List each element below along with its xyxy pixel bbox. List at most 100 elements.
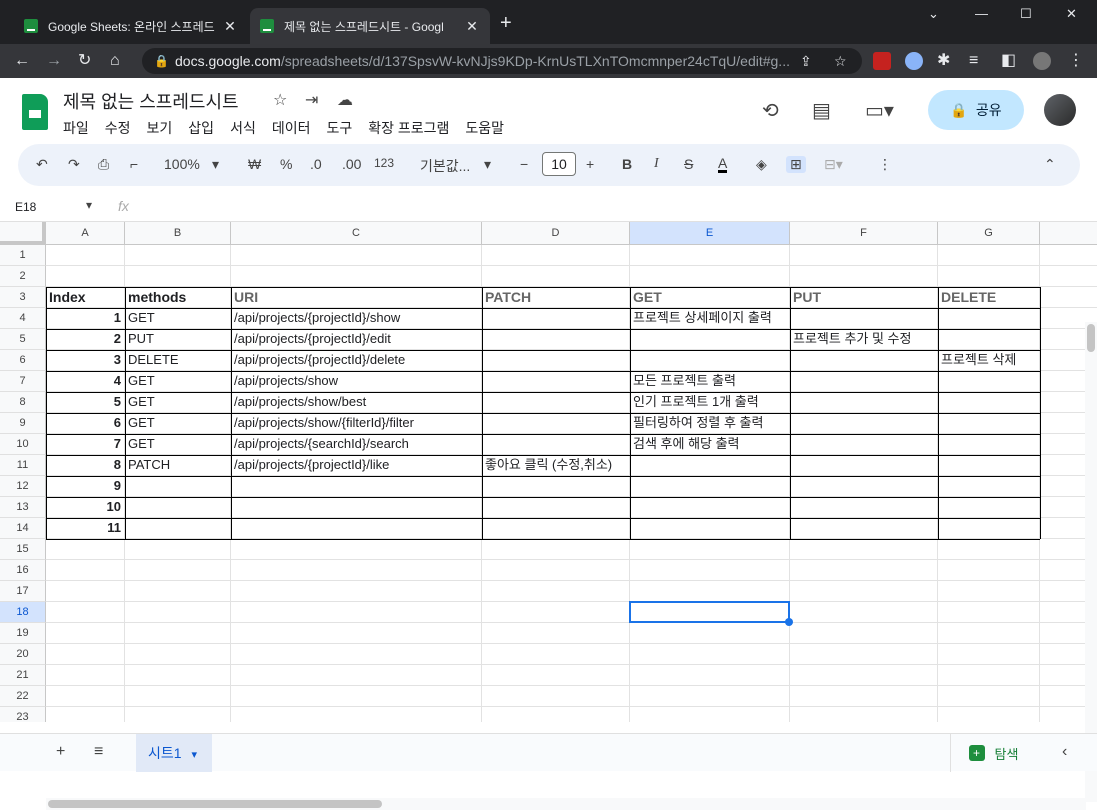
cell[interactable] <box>630 560 790 581</box>
table-cell[interactable] <box>790 350 938 371</box>
row-header-5[interactable]: 5 <box>0 329 46 350</box>
cell[interactable] <box>790 539 938 560</box>
table-header-cell[interactable]: methods <box>125 287 231 308</box>
cell[interactable] <box>46 245 125 266</box>
cell[interactable] <box>46 560 125 581</box>
row-header-2[interactable]: 2 <box>0 266 46 287</box>
menu-tools[interactable]: 도구 <box>326 118 352 138</box>
column-header-d[interactable]: D <box>482 222 630 245</box>
table-cell[interactable] <box>482 308 630 329</box>
home-icon[interactable]: ⌂ <box>110 52 120 70</box>
font-size-decrease-icon[interactable]: − <box>520 156 528 172</box>
row-header-9[interactable]: 9 <box>0 413 46 434</box>
cell[interactable] <box>46 686 125 707</box>
menu-insert[interactable]: 삽입 <box>188 118 214 138</box>
cell[interactable] <box>125 707 231 722</box>
browser-menu-icon[interactable]: ⋮ <box>1068 52 1084 70</box>
row-header-18[interactable]: 18 <box>0 602 46 623</box>
cell[interactable] <box>938 602 1040 623</box>
table-cell[interactable] <box>790 371 938 392</box>
vertical-scrollbar[interactable] <box>1085 322 1097 802</box>
menu-edit[interactable]: 수정 <box>105 118 131 138</box>
table-cell[interactable] <box>231 476 482 497</box>
tab-search-icon[interactable]: ⌄ <box>928 6 939 22</box>
select-all-corner[interactable] <box>0 222 46 245</box>
table-cell[interactable]: 5 <box>46 392 125 413</box>
share-button[interactable]: 🔒 공유 <box>928 90 1024 130</box>
cell[interactable] <box>938 581 1040 602</box>
table-cell[interactable]: 검색 후에 해당 출력 <box>630 434 790 455</box>
pdf-extension-icon[interactable] <box>873 52 891 70</box>
cell[interactable] <box>46 644 125 665</box>
sheets-logo-icon[interactable] <box>22 94 48 130</box>
percent-format-button[interactable]: % <box>280 156 292 172</box>
cell[interactable] <box>231 602 482 623</box>
table-cell[interactable] <box>938 329 1040 350</box>
all-sheets-button[interactable]: ≡ <box>94 743 103 761</box>
cell[interactable] <box>938 644 1040 665</box>
back-icon[interactable]: ← <box>14 52 30 70</box>
cell[interactable] <box>482 245 630 266</box>
cell[interactable] <box>938 539 1040 560</box>
table-cell[interactable]: PUT <box>125 329 231 350</box>
cell[interactable] <box>231 644 482 665</box>
cell[interactable] <box>46 707 125 722</box>
table-cell[interactable]: 필터링하여 정렬 후 출력 <box>630 413 790 434</box>
cell[interactable] <box>1040 245 1097 266</box>
table-cell[interactable]: 프로젝트 추가 및 수정 <box>790 329 938 350</box>
cell[interactable] <box>790 686 938 707</box>
table-cell[interactable] <box>938 371 1040 392</box>
row-header-21[interactable]: 21 <box>0 665 46 686</box>
document-title[interactable]: 제목 없는 스프레드시트 <box>63 88 239 114</box>
table-cell[interactable] <box>790 434 938 455</box>
chevron-down-icon[interactable]: ▾ <box>212 156 219 173</box>
cell[interactable] <box>231 665 482 686</box>
table-cell[interactable] <box>938 518 1040 539</box>
decrease-decimal-button[interactable]: .0 <box>310 156 322 172</box>
italic-button[interactable]: I <box>654 156 659 172</box>
row-header-20[interactable]: 20 <box>0 644 46 665</box>
add-sheet-button[interactable]: + <box>56 743 65 761</box>
cell[interactable] <box>790 266 938 287</box>
table-cell[interactable]: GET <box>125 413 231 434</box>
table-cell[interactable] <box>630 497 790 518</box>
redo-icon[interactable]: ↷ <box>68 156 80 173</box>
bookmark-star-icon[interactable]: ☆ <box>834 48 847 74</box>
table-header-cell[interactable]: Index <box>46 287 125 308</box>
browser-tab-active-sheet[interactable]: 제목 없는 스프레드시트 - Googl ✕ <box>250 8 490 44</box>
table-cell[interactable]: 9 <box>46 476 125 497</box>
row-header-23[interactable]: 23 <box>0 707 46 722</box>
table-cell[interactable] <box>482 329 630 350</box>
menu-help[interactable]: 도움말 <box>465 118 504 138</box>
table-cell[interactable] <box>630 350 790 371</box>
cell[interactable] <box>125 266 231 287</box>
table-cell[interactable] <box>938 392 1040 413</box>
table-cell[interactable] <box>125 497 231 518</box>
row-header-7[interactable]: 7 <box>0 371 46 392</box>
fill-color-icon[interactable]: ◈ <box>756 156 767 173</box>
table-header-cell[interactable]: PUT <box>790 287 938 308</box>
row-header-1[interactable]: 1 <box>0 245 46 266</box>
table-cell[interactable] <box>938 455 1040 476</box>
cell[interactable] <box>482 623 630 644</box>
row-header-13[interactable]: 13 <box>0 497 46 518</box>
row-header-6[interactable]: 6 <box>0 350 46 371</box>
row-header-10[interactable]: 10 <box>0 434 46 455</box>
cell[interactable] <box>46 539 125 560</box>
cell[interactable] <box>482 560 630 581</box>
collapse-side-panel-icon[interactable]: ‹ <box>1062 743 1067 761</box>
cell[interactable] <box>630 245 790 266</box>
table-cell[interactable]: GET <box>125 434 231 455</box>
cell[interactable] <box>231 539 482 560</box>
more-options-icon[interactable]: ⋮ <box>878 156 892 173</box>
column-header-e[interactable]: E <box>630 222 790 245</box>
extension-circle-icon[interactable] <box>905 52 923 70</box>
cell[interactable] <box>790 245 938 266</box>
table-header-cell[interactable]: PATCH <box>482 287 630 308</box>
table-cell[interactable] <box>790 497 938 518</box>
table-cell[interactable] <box>938 497 1040 518</box>
browser-tab-sheets-home[interactable]: Google Sheets: 온라인 스프레드 ✕ <box>14 8 248 44</box>
table-cell[interactable]: /api/projects/{projectId}/delete <box>231 350 482 371</box>
cell[interactable] <box>790 581 938 602</box>
cell[interactable] <box>125 539 231 560</box>
